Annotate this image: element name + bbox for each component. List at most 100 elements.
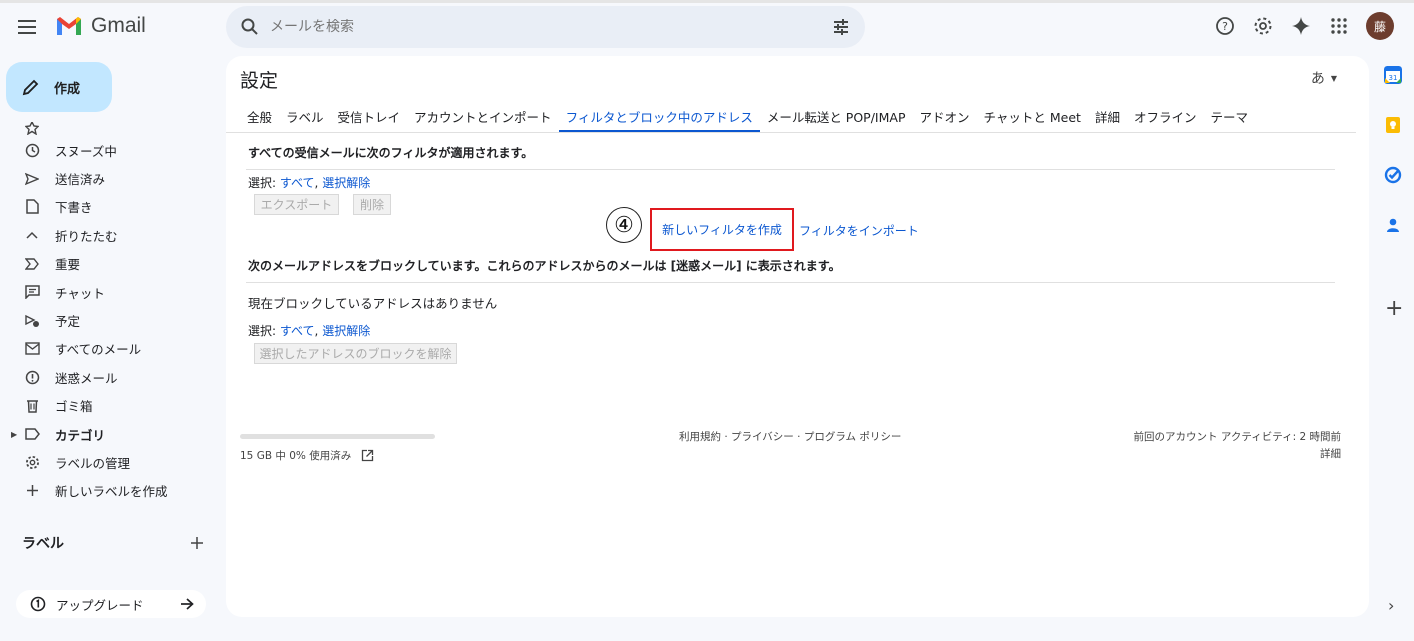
select-label: 選択: bbox=[248, 176, 280, 190]
side-panel-rail: 31 bbox=[1378, 66, 1408, 266]
settings-panel: 設定 あ ▼ 全般 ラベル 受信トレイ アカウントとインポート フィルタとブロッ… bbox=[226, 56, 1369, 617]
clock-icon bbox=[24, 142, 40, 158]
top-border bbox=[0, 0, 1414, 3]
sidebar-item-label: スヌーズ中 bbox=[55, 143, 117, 159]
storage-progress-bar bbox=[240, 434, 435, 439]
add-label-icon[interactable] bbox=[190, 536, 204, 550]
select-none-link[interactable]: 選択解除 bbox=[322, 176, 370, 190]
storage-usage-text: 15 GB 中 0% 使用済み bbox=[240, 450, 352, 462]
sidebar-item-label: 送信済み bbox=[55, 172, 106, 188]
trash-icon bbox=[24, 398, 40, 414]
plus-icon bbox=[24, 483, 40, 499]
main-menu-button[interactable] bbox=[18, 16, 42, 36]
sidebar-nav: スヌーズ中 送信済み 下書き 折りたたむ 重要 チャット 予定 すべてのメール … bbox=[0, 122, 226, 505]
sidebar-item-label: 下書き bbox=[55, 200, 93, 216]
sidebar-item-sent[interactable]: 送信済み bbox=[0, 164, 226, 192]
sidebar-item-trash[interactable]: ゴミ箱 bbox=[0, 392, 226, 420]
avatar[interactable]: 藤 bbox=[1366, 12, 1394, 40]
sidebar-item-collapse[interactable]: 折りたたむ bbox=[0, 221, 226, 249]
pencil-icon bbox=[22, 79, 39, 96]
calendar-icon[interactable]: 31 bbox=[1384, 66, 1402, 84]
keep-icon[interactable] bbox=[1384, 116, 1402, 134]
policies-links[interactable]: 利用規約 · プライバシー · プログラム ポリシー bbox=[679, 429, 901, 444]
sidebar-item-create-label[interactable]: 新しいラベルを作成 bbox=[0, 477, 226, 505]
help-icon[interactable]: ? bbox=[1214, 15, 1236, 37]
delete-button[interactable]: 削除 bbox=[353, 194, 391, 215]
all-mail-icon bbox=[24, 341, 40, 357]
tab-labels[interactable]: ラベル bbox=[279, 104, 331, 132]
filters-select-row: 選択: すべて, 選択解除 bbox=[248, 174, 370, 191]
sidebar-item-drafts[interactable]: 下書き bbox=[0, 193, 226, 221]
tab-accounts-import[interactable]: アカウントとインポート bbox=[407, 104, 559, 132]
search-bar[interactable] bbox=[226, 6, 865, 48]
input-tools-button[interactable]: あ ▼ bbox=[1311, 68, 1337, 88]
labels-header: ラベル bbox=[22, 533, 204, 553]
details-link[interactable]: 詳細 bbox=[1134, 446, 1341, 463]
sidebar-item-label: 迷惑メール bbox=[55, 370, 118, 386]
sidebar-item-label: ラベルの管理 bbox=[55, 455, 131, 471]
expand-side-panel-icon[interactable]: › bbox=[1388, 596, 1394, 615]
search-input[interactable] bbox=[270, 19, 831, 35]
tab-themes[interactable]: テーマ bbox=[1203, 104, 1255, 132]
sidebar-item-important[interactable]: 重要 bbox=[0, 250, 226, 278]
last-activity-text: 前回のアカウント アクティビティ: 2 時間前 bbox=[1133, 431, 1341, 443]
tab-forwarding-pop-imap[interactable]: メール転送と POP/IMAP bbox=[760, 104, 913, 132]
search-options-icon[interactable] bbox=[831, 17, 851, 37]
create-filter-link[interactable]: 新しいフィルタを作成 bbox=[662, 221, 782, 238]
sidebar-item-spam[interactable]: 迷惑メール bbox=[0, 363, 226, 391]
important-icon bbox=[24, 256, 40, 272]
ime-indicator: あ bbox=[1310, 71, 1325, 87]
select-all-link[interactable]: すべて bbox=[280, 324, 315, 338]
sidebar-item-manage-labels[interactable]: ラベルの管理 bbox=[0, 448, 226, 476]
sidebar-item-snoozed[interactable]: スヌーズ中 bbox=[0, 136, 226, 164]
labels-title: ラベル bbox=[22, 536, 64, 552]
sidebar-item-starred[interactable] bbox=[0, 122, 226, 136]
tasks-icon[interactable] bbox=[1384, 166, 1402, 184]
select-all-link[interactable]: すべて bbox=[280, 176, 315, 190]
tab-offline[interactable]: オフライン bbox=[1127, 104, 1204, 132]
tab-filters-blocked[interactable]: フィルタとブロック中のアドレス bbox=[558, 104, 760, 132]
tab-addons[interactable]: アドオン bbox=[913, 104, 977, 132]
gmail-logo[interactable]: Gmail bbox=[55, 14, 146, 38]
svg-text:31: 31 bbox=[1389, 74, 1398, 82]
tab-advanced[interactable]: 詳細 bbox=[1088, 104, 1127, 132]
sidebar-item-scheduled[interactable]: 予定 bbox=[0, 306, 226, 334]
sidebar-item-label: カテゴリ bbox=[55, 427, 106, 443]
upgrade-label: アップグレード bbox=[56, 597, 144, 613]
tab-inbox[interactable]: 受信トレイ bbox=[331, 104, 408, 132]
scheduled-icon bbox=[24, 313, 40, 329]
search-icon[interactable] bbox=[240, 17, 260, 37]
compose-label: 作成 bbox=[54, 81, 81, 97]
tabs-divider bbox=[226, 132, 1356, 133]
compose-button[interactable]: 作成 bbox=[6, 62, 112, 112]
svg-text:?: ? bbox=[1222, 20, 1228, 33]
label-icon bbox=[24, 426, 40, 442]
contacts-icon[interactable] bbox=[1384, 216, 1402, 234]
gmail-m-icon bbox=[57, 17, 81, 35]
import-filter-link[interactable]: フィルタをインポート bbox=[799, 222, 919, 239]
upgrade-button[interactable]: アップグレード bbox=[16, 590, 206, 618]
select-none-link[interactable]: 選択解除 bbox=[322, 324, 370, 338]
sidebar-item-label: 重要 bbox=[55, 257, 81, 273]
gemini-sparkle-icon[interactable] bbox=[1290, 15, 1312, 37]
gear-icon bbox=[24, 454, 40, 470]
apps-grid-icon[interactable] bbox=[1328, 15, 1350, 37]
chat-icon bbox=[24, 284, 40, 300]
select-label: 選択: bbox=[248, 324, 280, 338]
export-button[interactable]: エクスポート bbox=[254, 194, 339, 215]
get-addons-plus-icon[interactable]: + bbox=[1385, 296, 1403, 321]
sidebar-item-label: ゴミ箱 bbox=[55, 399, 93, 415]
tab-general[interactable]: 全般 bbox=[240, 104, 279, 132]
sidebar-item-chat[interactable]: チャット bbox=[0, 278, 226, 306]
unblock-button[interactable]: 選択したアドレスのブロックを解除 bbox=[254, 343, 457, 364]
tab-chat-meet[interactable]: チャットと Meet bbox=[977, 104, 1088, 132]
app-name: Gmail bbox=[91, 14, 146, 37]
gear-icon[interactable] bbox=[1252, 15, 1274, 37]
sidebar-item-all-mail[interactable]: すべてのメール bbox=[0, 335, 226, 363]
sidebar-item-categories[interactable]: ▶ カテゴリ bbox=[0, 420, 226, 448]
star-icon bbox=[24, 122, 40, 136]
create-filter-highlight: 新しいフィルタを作成 bbox=[650, 208, 794, 251]
send-icon bbox=[24, 171, 40, 187]
expand-arrow-icon[interactable]: ▶ bbox=[11, 430, 17, 439]
external-link-icon[interactable] bbox=[361, 449, 374, 462]
